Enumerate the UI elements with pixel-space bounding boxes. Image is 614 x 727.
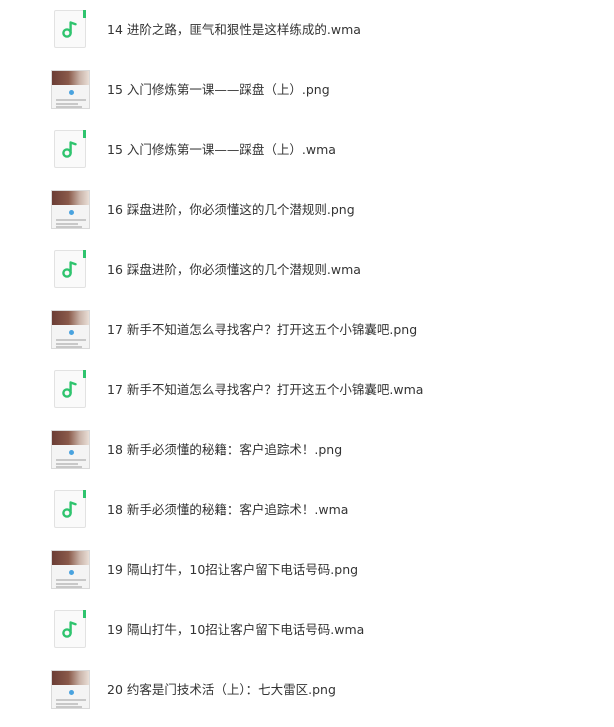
file-name: 20 约客是门技术活（上）：七大雷区.png: [107, 682, 336, 697]
file-name: 18 新手必须懂的秘籍：客户追踪术！.png: [107, 442, 343, 457]
music-note-icon: [54, 250, 86, 288]
file-name: 19 隔山打牛，10招让客户留下电话号码.png: [107, 562, 359, 577]
file-item-png[interactable]: 16 踩盘进阶，你必须懂这的几个潜规则.png: [0, 180, 614, 240]
image-thumbnail: [51, 430, 90, 469]
file-name: 16 踩盘进阶，你必须懂这的几个潜规则.png: [107, 202, 355, 217]
image-thumbnail: [51, 190, 90, 229]
image-thumbnail: [51, 310, 90, 349]
music-note-icon: [54, 10, 86, 48]
file-item-png[interactable]: 15 入门修炼第一课——踩盘（上）.png: [0, 60, 614, 120]
file-name: 16 踩盘进阶，你必须懂这的几个潜规则.wma: [107, 262, 361, 277]
file-corner-accent: [83, 370, 86, 378]
file-item-wma[interactable]: 16 踩盘进阶，你必须懂这的几个潜规则.wma: [0, 240, 614, 300]
file-name: 17 新手不知道怎么寻找客户？打开这五个小锦囊吧.wma: [107, 382, 424, 397]
file-name: 18 新手必须懂的秘籍：客户追踪术！.wma: [107, 502, 349, 517]
file-item-wma[interactable]: 18 新手必须懂的秘籍：客户追踪术！.wma: [0, 480, 614, 540]
image-thumbnail: [51, 670, 90, 709]
file-list: 14 进阶之路，匪气和狠性是这样练成的.wma 15 入门修炼第一课——踩盘（上）…: [0, 0, 614, 727]
music-note-icon: [54, 490, 86, 528]
file-name: 15 入门修炼第一课——踩盘（上）.png: [107, 82, 330, 97]
file-corner-accent: [83, 610, 86, 618]
file-name: 17 新手不知道怎么寻找客户？打开这五个小锦囊吧.png: [107, 322, 418, 337]
file-name: 14 进阶之路，匪气和狠性是这样练成的.wma: [107, 22, 361, 37]
file-item-png[interactable]: 19 隔山打牛，10招让客户留下电话号码.png: [0, 540, 614, 600]
file-corner-accent: [83, 250, 86, 258]
image-thumbnail: [51, 550, 90, 589]
file-name: 15 入门修炼第一课——踩盘（上）.wma: [107, 142, 336, 157]
file-item-wma[interactable]: 15 入门修炼第一课——踩盘（上）.wma: [0, 120, 614, 180]
music-note-icon: [54, 370, 86, 408]
image-thumbnail: [51, 70, 90, 109]
file-item-wma[interactable]: 17 新手不知道怎么寻找客户？打开这五个小锦囊吧.wma: [0, 360, 614, 420]
file-corner-accent: [83, 10, 86, 18]
file-item-png[interactable]: 17 新手不知道怎么寻找客户？打开这五个小锦囊吧.png: [0, 300, 614, 360]
file-item-wma[interactable]: 14 进阶之路，匪气和狠性是这样练成的.wma: [0, 0, 614, 60]
file-corner-accent: [83, 130, 86, 138]
music-note-icon: [54, 610, 86, 648]
file-item-png[interactable]: 18 新手必须懂的秘籍：客户追踪术！.png: [0, 420, 614, 480]
file-corner-accent: [83, 490, 86, 498]
file-item-png[interactable]: 20 约客是门技术活（上）：七大雷区.png: [0, 660, 614, 720]
file-item-wma[interactable]: 19 隔山打牛，10招让客户留下电话号码.wma: [0, 600, 614, 660]
music-note-icon: [54, 130, 86, 168]
file-name: 19 隔山打牛，10招让客户留下电话号码.wma: [107, 622, 365, 637]
